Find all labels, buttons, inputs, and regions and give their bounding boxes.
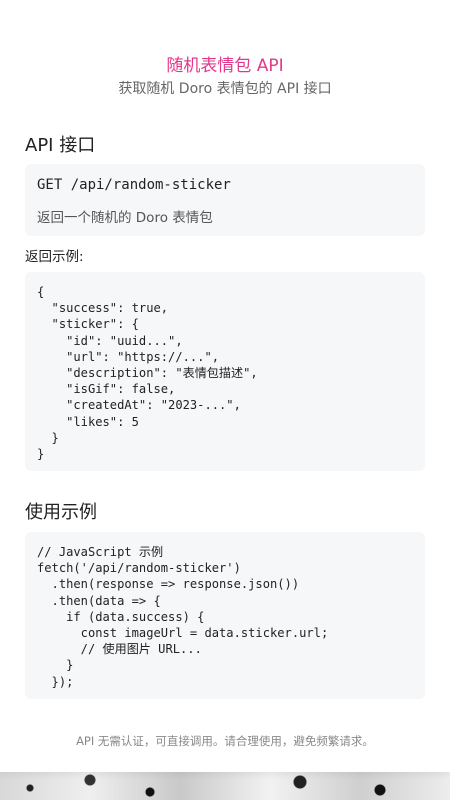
api-docs-card: 随机表情包 API 获取随机 Doro 表情包的 API 接口 API 接口 G…	[0, 0, 450, 772]
background-sticker-strip	[0, 770, 450, 800]
response-code-block: { "success": true, "sticker": { "id": "u…	[25, 272, 425, 471]
usage-code-block: // JavaScript 示例 fetch('/api/random-stic…	[25, 532, 425, 699]
footer-note: API 无需认证，可直接调用。请合理使用，避免频繁请求。	[76, 734, 374, 748]
response-code: { "success": true, "sticker": { "id": "u…	[37, 285, 258, 462]
usage-code: // JavaScript 示例 fetch('/api/random-stic…	[37, 545, 329, 689]
page-subtitle: 获取随机 Doro 表情包的 API 接口	[118, 81, 332, 97]
page-title: 随机表情包 API	[166, 56, 284, 76]
response-example-label: 返回示例:	[25, 249, 84, 265]
usage-section-heading: 使用示例	[25, 502, 97, 523]
endpoint-description: 返回一个随机的 Doro 表情包	[37, 210, 213, 226]
endpoint-path[interactable]: GET /api/random-sticker	[37, 177, 231, 193]
api-section-heading: API 接口	[25, 135, 96, 156]
endpoint-box: GET /api/random-sticker 返回一个随机的 Doro 表情包	[25, 164, 425, 236]
